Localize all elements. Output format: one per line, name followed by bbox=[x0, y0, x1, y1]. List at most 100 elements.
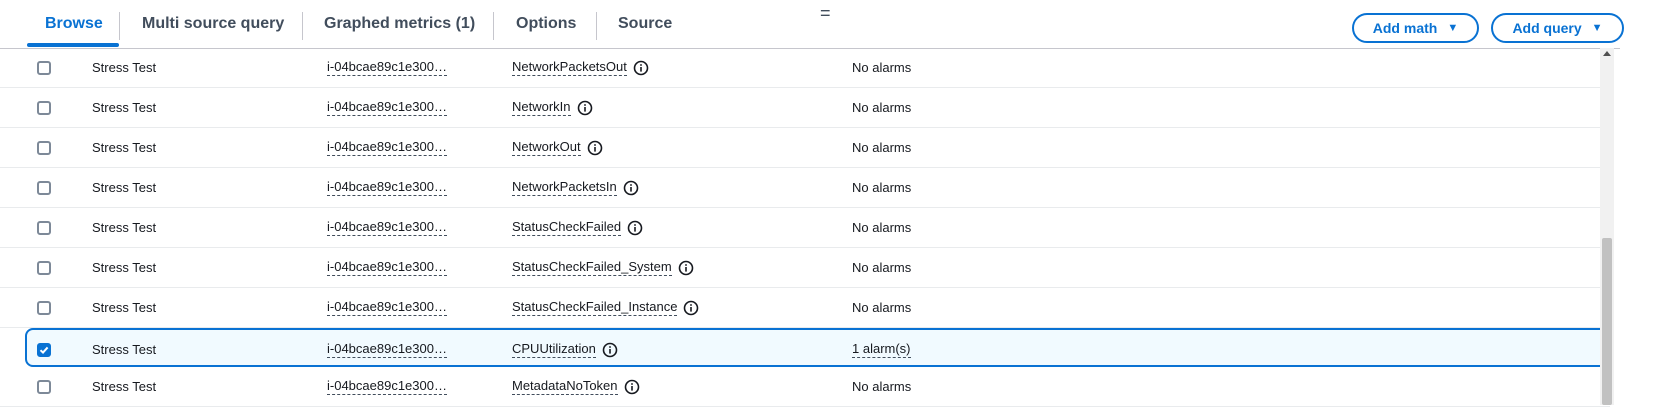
alarms-cell: No alarms bbox=[852, 208, 911, 247]
tab-source[interactable]: Source bbox=[618, 0, 672, 48]
table-row[interactable]: Stress Test i-04bcae89c1e300… NetworkOut No… bbox=[0, 128, 1610, 168]
metric-name-cell[interactable]: MetadataNoToken bbox=[512, 367, 640, 406]
instance-id-cell[interactable]: i-04bcae89c1e300… bbox=[327, 48, 447, 87]
instance-id[interactable]: i-04bcae89c1e300… bbox=[327, 299, 447, 316]
metric-name-cell[interactable]: CPUUtilization bbox=[512, 330, 618, 369]
checkbox-icon[interactable] bbox=[37, 100, 51, 115]
tab-options[interactable]: Options bbox=[516, 0, 576, 48]
add-math-button[interactable]: Add math ▼ bbox=[1352, 13, 1479, 43]
info-icon[interactable] bbox=[587, 140, 603, 156]
table-row[interactable]: Stress Test i-04bcae89c1e300… CPUUtilizati… bbox=[25, 328, 1608, 367]
instance-id[interactable]: i-04bcae89c1e300… bbox=[327, 341, 447, 358]
row-checkbox-cell[interactable] bbox=[37, 288, 51, 327]
tab-divider bbox=[596, 12, 597, 40]
instance-id-cell[interactable]: i-04bcae89c1e300… bbox=[327, 330, 447, 369]
table-row[interactable]: Stress Test i-04bcae89c1e300… NetworkPacke… bbox=[0, 168, 1610, 208]
row-checkbox-cell[interactable] bbox=[37, 168, 51, 207]
row-checkbox-cell[interactable] bbox=[37, 367, 51, 406]
metric-name-cell[interactable]: NetworkOut bbox=[512, 128, 603, 167]
metric-name[interactable]: NetworkPacketsOut bbox=[512, 59, 627, 76]
instance-id[interactable]: i-04bcae89c1e300… bbox=[327, 99, 447, 116]
row-checkbox-cell[interactable] bbox=[37, 330, 51, 369]
alarm-status: No alarms bbox=[852, 180, 912, 195]
table-row[interactable]: Stress Test i-04bcae89c1e300… NetworkPacke… bbox=[0, 48, 1610, 88]
table-row[interactable]: Stress Test i-04bcae89c1e300… StatusCheckF… bbox=[0, 288, 1610, 328]
instance-id[interactable]: i-04bcae89c1e300… bbox=[327, 219, 447, 236]
metric-name[interactable]: StatusCheckFailed_System bbox=[512, 259, 672, 276]
metric-name-cell[interactable]: NetworkPacketsOut bbox=[512, 48, 649, 87]
info-icon[interactable] bbox=[633, 60, 649, 76]
checkbox-icon[interactable] bbox=[37, 140, 51, 155]
instance-id[interactable]: i-04bcae89c1e300… bbox=[327, 259, 447, 276]
instance-name: Stress Test bbox=[92, 300, 157, 315]
checkbox-icon[interactable] bbox=[37, 60, 51, 75]
alarm-status: No alarms bbox=[852, 220, 912, 235]
info-icon[interactable] bbox=[577, 100, 593, 116]
metric-name[interactable]: MetadataNoToken bbox=[512, 378, 618, 395]
metric-name-cell[interactable]: StatusCheckFailed_Instance bbox=[512, 288, 699, 327]
info-icon[interactable] bbox=[678, 260, 694, 276]
tab-divider bbox=[493, 12, 494, 40]
info-icon[interactable] bbox=[627, 220, 643, 236]
alarms-cell: No alarms bbox=[852, 288, 911, 327]
checkbox-icon[interactable] bbox=[37, 180, 51, 195]
alarms-cell[interactable]: 1 alarm(s) bbox=[852, 330, 911, 369]
checkbox-icon[interactable] bbox=[37, 379, 51, 394]
instance-id[interactable]: i-04bcae89c1e300… bbox=[327, 139, 447, 156]
checkbox-checked-icon[interactable] bbox=[37, 342, 51, 357]
checkbox-icon[interactable] bbox=[37, 260, 51, 275]
instance-id-cell[interactable]: i-04bcae89c1e300… bbox=[327, 128, 447, 167]
metric-name-cell[interactable]: StatusCheckFailed_System bbox=[512, 248, 694, 287]
metric-name-cell[interactable]: NetworkIn bbox=[512, 88, 593, 127]
table-row[interactable]: Stress Test i-04bcae89c1e300… NetworkIn No … bbox=[0, 88, 1610, 128]
add-math-label: Add math bbox=[1372, 20, 1438, 36]
metric-name[interactable]: NetworkIn bbox=[512, 99, 571, 116]
table-row[interactable]: Stress Test i-04bcae89c1e300… MetadataNoTo… bbox=[0, 367, 1610, 407]
metric-name[interactable]: NetworkOut bbox=[512, 139, 581, 156]
instance-id-cell[interactable]: i-04bcae89c1e300… bbox=[327, 88, 447, 127]
info-icon[interactable] bbox=[683, 300, 699, 316]
row-checkbox-cell[interactable] bbox=[37, 48, 51, 87]
alarm-status: No alarms bbox=[852, 140, 912, 155]
info-icon[interactable] bbox=[624, 379, 640, 395]
table-row[interactable]: Stress Test i-04bcae89c1e300… StatusCheckF… bbox=[0, 248, 1610, 288]
instance-id[interactable]: i-04bcae89c1e300… bbox=[327, 378, 447, 395]
add-query-button[interactable]: Add query ▼ bbox=[1491, 13, 1624, 43]
alarms-cell: No alarms bbox=[852, 48, 911, 87]
tab-graphed-metrics[interactable]: Graphed metrics (1) bbox=[324, 0, 475, 48]
scroll-up-arrow-icon[interactable] bbox=[1603, 51, 1611, 56]
tab-multi-source-query[interactable]: Multi source query bbox=[142, 0, 284, 48]
instance-id[interactable]: i-04bcae89c1e300… bbox=[327, 59, 447, 76]
tab-browse[interactable]: Browse bbox=[45, 0, 103, 48]
resize-handle-icon[interactable]: = bbox=[820, 3, 831, 24]
row-checkbox-cell[interactable] bbox=[37, 88, 51, 127]
alarm-status[interactable]: 1 alarm(s) bbox=[852, 341, 911, 358]
metric-name[interactable]: CPUUtilization bbox=[512, 341, 596, 358]
instance-id-cell[interactable]: i-04bcae89c1e300… bbox=[327, 168, 447, 207]
row-checkbox-cell[interactable] bbox=[37, 128, 51, 167]
instance-name: Stress Test bbox=[92, 100, 157, 115]
metric-name[interactable]: NetworkPacketsIn bbox=[512, 179, 617, 196]
checkbox-icon[interactable] bbox=[37, 220, 51, 235]
table-row[interactable]: Stress Test i-04bcae89c1e300… StatusCheckF… bbox=[0, 208, 1610, 248]
instance-id-cell[interactable]: i-04bcae89c1e300… bbox=[327, 208, 447, 247]
row-checkbox-cell[interactable] bbox=[37, 248, 51, 287]
metrics-table: Stress Test i-04bcae89c1e300… NetworkPacke… bbox=[0, 48, 1610, 407]
info-icon[interactable] bbox=[623, 180, 639, 196]
info-icon[interactable] bbox=[602, 342, 618, 358]
instance-id[interactable]: i-04bcae89c1e300… bbox=[327, 179, 447, 196]
metric-name[interactable]: StatusCheckFailed_Instance bbox=[512, 299, 678, 316]
checkbox-icon[interactable] bbox=[37, 300, 51, 315]
instance-id-cell[interactable]: i-04bcae89c1e300… bbox=[327, 248, 447, 287]
alarms-cell: No alarms bbox=[852, 168, 911, 207]
instance-name: Stress Test bbox=[92, 180, 157, 195]
metric-name[interactable]: StatusCheckFailed bbox=[512, 219, 622, 236]
caret-down-icon: ▼ bbox=[1447, 21, 1459, 34]
metric-name-cell[interactable]: NetworkPacketsIn bbox=[512, 168, 639, 207]
table-scrollbar[interactable] bbox=[1600, 48, 1614, 405]
instance-id-cell[interactable]: i-04bcae89c1e300… bbox=[327, 367, 447, 406]
scrollbar-thumb[interactable] bbox=[1602, 238, 1612, 405]
row-checkbox-cell[interactable] bbox=[37, 208, 51, 247]
instance-id-cell[interactable]: i-04bcae89c1e300… bbox=[327, 288, 447, 327]
metric-name-cell[interactable]: StatusCheckFailed bbox=[512, 208, 643, 247]
